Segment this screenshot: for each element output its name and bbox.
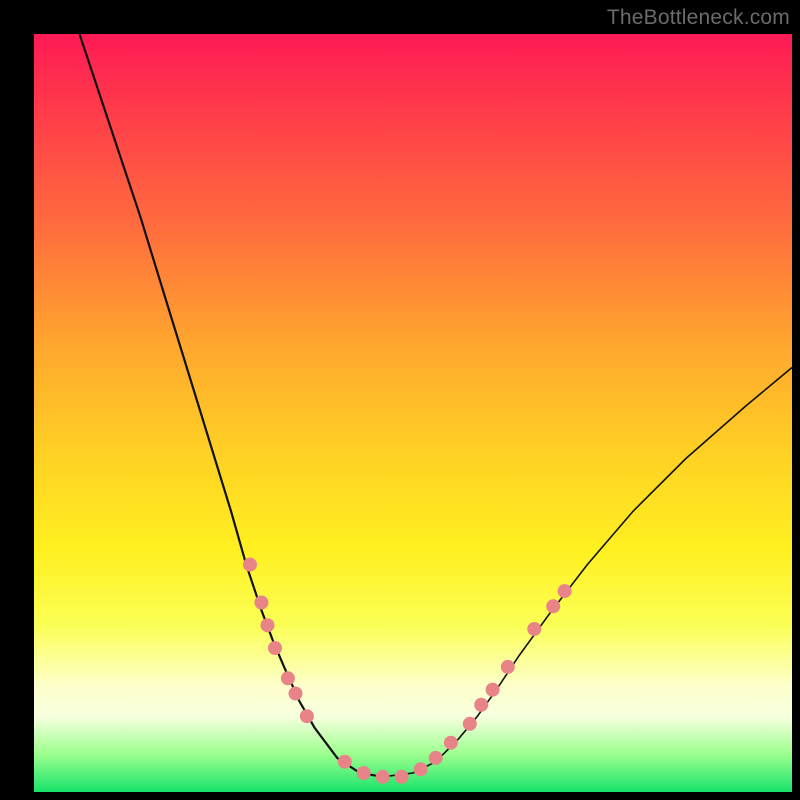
- marker-dot: [357, 766, 371, 780]
- marker-dot: [429, 751, 443, 765]
- marker-dot: [300, 709, 314, 723]
- marker-dot: [527, 622, 541, 636]
- plot-area: [34, 34, 792, 792]
- marker-dot: [243, 558, 257, 572]
- right-branch-path: [383, 368, 792, 777]
- marker-dot: [414, 762, 428, 776]
- marker-dot: [501, 660, 515, 674]
- marker-dot: [474, 698, 488, 712]
- marker-dot: [261, 618, 275, 632]
- marker-dot: [395, 770, 409, 784]
- watermark-text: TheBottleneck.com: [607, 6, 790, 30]
- outer-frame: TheBottleneck.com: [0, 0, 800, 800]
- marker-dot: [546, 599, 560, 613]
- marker-dot: [376, 770, 390, 784]
- marker-dot: [463, 717, 477, 731]
- marker-dot: [268, 641, 282, 655]
- marker-dot: [444, 736, 458, 750]
- marker-dot: [338, 755, 352, 769]
- curve-layer: [34, 34, 792, 792]
- marker-dot: [486, 683, 500, 697]
- marker-dot: [254, 596, 268, 610]
- marker-dot: [289, 687, 303, 701]
- marker-dot: [558, 584, 572, 598]
- marker-dot: [281, 671, 295, 685]
- left-branch-path: [80, 34, 383, 777]
- marker-group: [243, 558, 572, 784]
